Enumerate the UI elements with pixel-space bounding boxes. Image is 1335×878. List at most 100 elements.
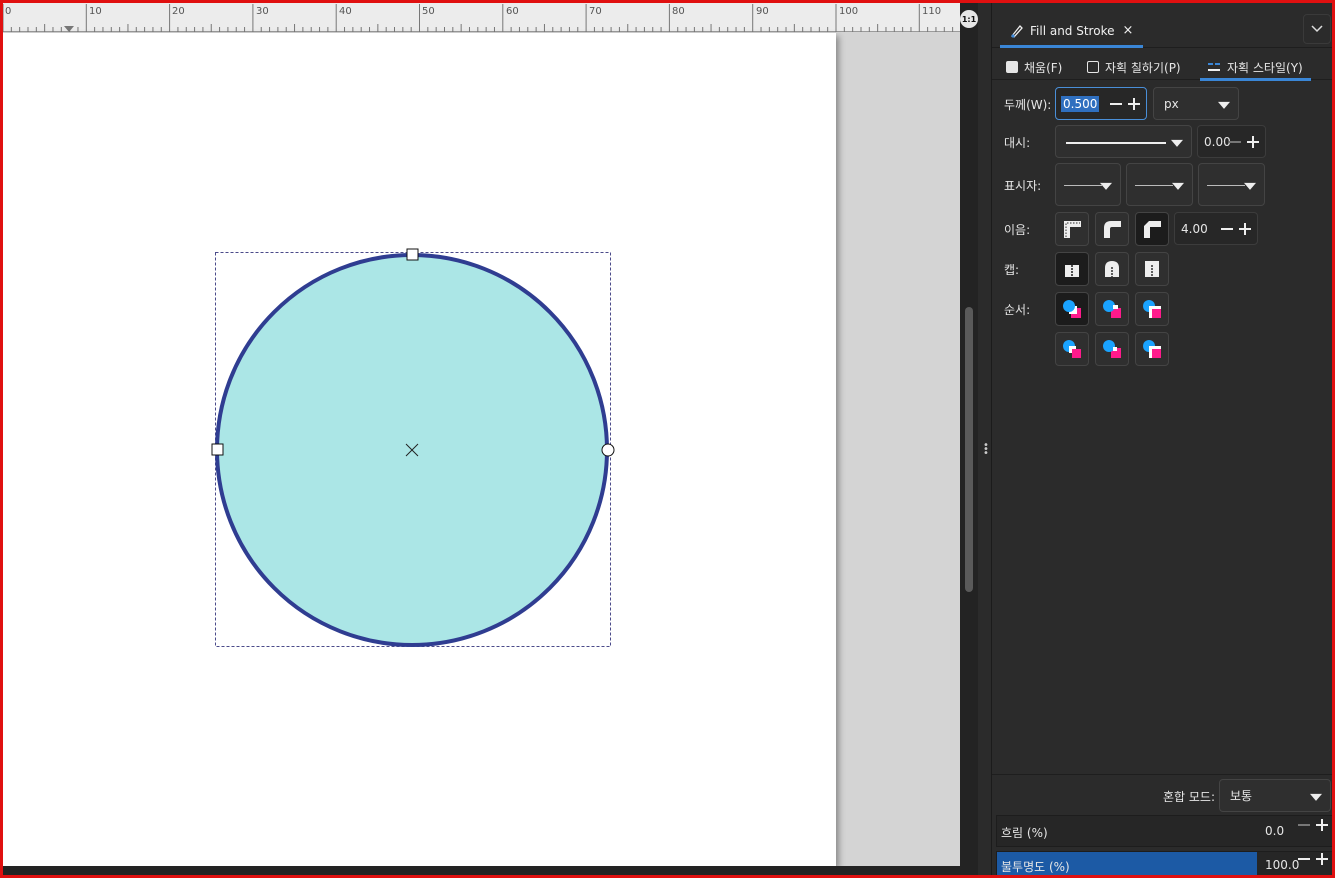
- ruler-label: 100: [839, 6, 859, 17]
- round-cap-button[interactable]: [1095, 252, 1129, 286]
- miter-limit-value: 4.00: [1181, 221, 1208, 236]
- minus-icon[interactable]: [1298, 858, 1310, 860]
- blur-slider[interactable]: 흐림 (%) 0.0: [996, 815, 1335, 847]
- marker-preview: [1064, 184, 1102, 186]
- plus-icon[interactable]: [1316, 853, 1328, 865]
- miter-join-button[interactable]: [1055, 212, 1089, 246]
- minus-icon[interactable]: [1298, 824, 1310, 826]
- fill-swatch-icon: [1006, 61, 1018, 73]
- opacity-stepper[interactable]: [1298, 853, 1328, 865]
- plus-icon[interactable]: [1128, 97, 1140, 110]
- ruler-label: 90: [756, 6, 769, 17]
- bevel-join-icon: [1144, 221, 1161, 238]
- top-handle[interactable]: [406, 248, 419, 261]
- tab-menu-button[interactable]: [1303, 14, 1331, 44]
- width-stepper[interactable]: [1110, 97, 1140, 110]
- blur-stepper[interactable]: [1298, 819, 1328, 831]
- dropdown-arrow-icon: [1218, 101, 1230, 109]
- stroke-style-icon: [1208, 63, 1220, 71]
- panel-splitter[interactable]: • • •: [978, 0, 992, 878]
- minus-icon[interactable]: [1221, 227, 1233, 230]
- width-label: 두께(W):: [1004, 98, 1052, 112]
- canvas-area[interactable]: 0 10 20 30 40 50 60 70 80 90 100 110: [0, 0, 960, 878]
- ruler-label: 80: [672, 6, 685, 17]
- round-join-button[interactable]: [1095, 212, 1129, 246]
- start-marker-select[interactable]: [1055, 163, 1121, 206]
- ruler-label: 60: [506, 6, 519, 17]
- dropdown-arrow-icon: [1172, 182, 1184, 190]
- dock-tabbar: Fill and Stroke ×: [992, 10, 1335, 48]
- marker-preview: [1207, 184, 1245, 186]
- paint-order-button-4[interactable]: [1055, 332, 1089, 366]
- square-cap-button[interactable]: [1135, 252, 1169, 286]
- miter-limit-input[interactable]: 4.00: [1174, 212, 1258, 245]
- plus-icon[interactable]: [1247, 135, 1259, 148]
- horizontal-scrollbar[interactable]: [0, 866, 960, 878]
- dash-offset-value: 0.00: [1204, 134, 1231, 149]
- fill-stroke-panel: Fill and Stroke × 채움(F) 자획 칠하기(P) 자획 스타일…: [992, 0, 1335, 878]
- subtab-bar: 채움(F) 자획 칠하기(P) 자획 스타일(Y): [992, 52, 1335, 81]
- miter-limit-stepper[interactable]: [1221, 222, 1251, 235]
- horizontal-ruler[interactable]: 0 10 20 30 40 50 60 70 80 90 100 110: [0, 0, 960, 32]
- chevron-down-icon: [1311, 25, 1323, 33]
- dropdown-arrow-icon: [1100, 182, 1112, 190]
- left-handle[interactable]: [211, 443, 224, 456]
- minus-icon[interactable]: [1229, 140, 1241, 143]
- minus-icon[interactable]: [1110, 102, 1122, 105]
- opacity-slider[interactable]: 불투명도 (%) 100.0: [996, 851, 1335, 878]
- tab-label: Fill and Stroke: [1030, 23, 1115, 38]
- tab-fill-label: 채움(F): [1024, 60, 1063, 75]
- tab-stroke-style[interactable]: 자획 스타일(Y): [1200, 56, 1311, 81]
- blend-mode-value: 보통: [1230, 789, 1253, 803]
- fill-and-stroke-icon: [1010, 24, 1023, 38]
- plus-icon[interactable]: [1316, 819, 1328, 831]
- blend-mode-select[interactable]: 보통: [1219, 779, 1331, 812]
- document-page[interactable]: [3, 33, 836, 866]
- round-join-icon: [1104, 221, 1121, 238]
- close-icon[interactable]: ×: [1122, 23, 1133, 38]
- paint-order-icon: [1063, 300, 1081, 318]
- tab-fill[interactable]: 채움(F): [1006, 56, 1062, 78]
- blend-mode-label: 혼합 모드:: [1163, 790, 1216, 804]
- markers-label: 표시자:: [1004, 179, 1042, 193]
- plus-icon[interactable]: [1239, 222, 1251, 235]
- marker-preview: [1135, 184, 1173, 186]
- zoom-1to1-button[interactable]: 1:1: [960, 10, 978, 28]
- paint-order-button-1[interactable]: [1055, 292, 1089, 326]
- ruler-label: 20: [172, 6, 185, 17]
- paint-order-icon: [1103, 300, 1121, 318]
- vertical-scrollbar[interactable]: [960, 0, 978, 878]
- round-cap-icon: [1105, 261, 1119, 277]
- dash-pattern-preview: [1066, 141, 1166, 144]
- dropdown-arrow-icon: [1310, 793, 1322, 801]
- scrollbar-thumb[interactable]: [965, 307, 973, 592]
- grip-icon: • • •: [983, 440, 989, 459]
- dash-offset-stepper[interactable]: [1229, 135, 1259, 148]
- end-marker-select[interactable]: [1198, 163, 1265, 206]
- bevel-join-button[interactable]: [1135, 212, 1169, 246]
- width-input[interactable]: 0.500: [1055, 87, 1147, 120]
- paint-order-button-6[interactable]: [1135, 332, 1169, 366]
- dash-pattern-select[interactable]: [1055, 125, 1192, 158]
- butt-cap-icon: [1065, 265, 1079, 277]
- paint-order-icon: [1143, 340, 1161, 358]
- tab-stroke-paint[interactable]: 자획 칠하기(P): [1087, 56, 1181, 78]
- mid-marker-select[interactable]: [1126, 163, 1193, 206]
- paint-order-button-2[interactable]: [1095, 292, 1129, 326]
- radius-handle[interactable]: [601, 443, 615, 457]
- unit-value: px: [1164, 96, 1179, 111]
- unit-select[interactable]: px: [1153, 87, 1239, 120]
- cap-label: 캡:: [1004, 263, 1020, 277]
- ruler-ticks: [2, 4, 954, 32]
- order-label: 순서:: [1004, 303, 1031, 317]
- butt-cap-button[interactable]: [1055, 252, 1089, 286]
- dash-offset-input[interactable]: 0.00: [1197, 125, 1266, 158]
- paint-order-button-5[interactable]: [1095, 332, 1129, 366]
- paint-order-icon: [1063, 340, 1081, 358]
- width-value: 0.500: [1061, 95, 1100, 112]
- ruler-label: 30: [256, 6, 269, 17]
- tab-fill-and-stroke[interactable]: Fill and Stroke ×: [1000, 16, 1144, 48]
- paint-order-icon: [1103, 340, 1121, 358]
- paint-order-button-3[interactable]: [1135, 292, 1169, 326]
- dash-label: 대시:: [1004, 136, 1031, 150]
